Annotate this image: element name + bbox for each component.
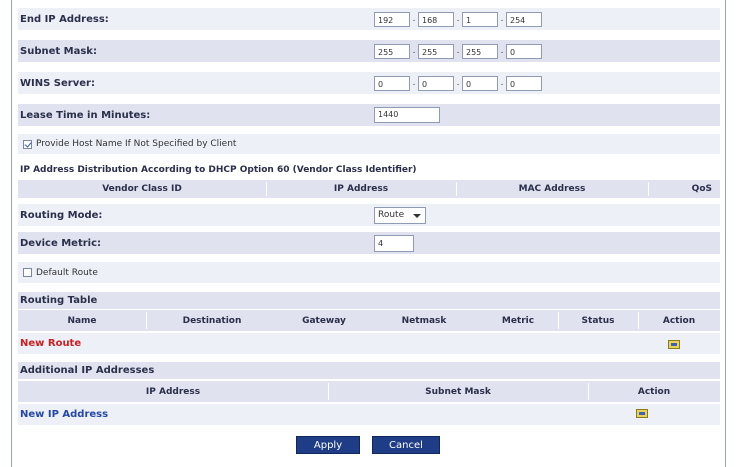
lease-time-input[interactable]: 1440: [374, 107, 440, 123]
provide-host-name-label: Provide Host Name If Not Specified by Cl…: [36, 139, 237, 149]
chevron-down-icon: [413, 213, 421, 218]
end-ip-field: 192 . 168 . 1 . 254: [374, 11, 544, 27]
routing-mode-row: Routing Mode: Route: [18, 204, 720, 227]
wins-server-row: WINS Server: 0 . 0 . 0 . 0: [18, 72, 720, 95]
dhcp-option60-header: Vendor Class ID IP Address MAC Address Q…: [18, 180, 720, 199]
routing-mode-label: Routing Mode:: [20, 209, 103, 221]
col-action: Action: [662, 315, 696, 326]
additional-ip-title-row: Additional IP Addresses: [18, 362, 720, 380]
routing-table-title-row: Routing Table: [18, 292, 720, 310]
dhcp-option60-title: IP Address Distribution According to DHC…: [20, 164, 417, 175]
apply-button[interactable]: Apply: [296, 436, 360, 454]
col-ip-address: IP Address: [333, 184, 389, 194]
col-vendor-class-id: Vendor Class ID: [102, 184, 182, 194]
col-qos: QoS: [691, 184, 712, 194]
wins-server-octet-2[interactable]: 0: [418, 75, 454, 91]
col-subnet-mask: Subnet Mask: [425, 386, 491, 397]
wins-server-label: WINS Server:: [20, 77, 95, 89]
cancel-button[interactable]: Cancel: [372, 436, 440, 454]
wins-server-octet-1[interactable]: 0: [374, 75, 410, 91]
default-route-label: Default Route: [36, 267, 98, 278]
subnet-mask-octet-2[interactable]: 255: [418, 43, 454, 59]
additional-ip-new-row: New IP Address: [18, 404, 720, 426]
edit-icon[interactable]: [668, 340, 680, 349]
new-route-link[interactable]: New Route: [18, 338, 81, 349]
additional-ip-title: Additional IP Addresses: [20, 365, 155, 376]
additional-ip-header: IP Address Subnet Mask Action: [18, 381, 720, 403]
routing-mode-value: Route: [378, 209, 405, 220]
col-gateway: Gateway: [302, 315, 346, 326]
device-metric-label: Device Metric:: [20, 237, 102, 249]
end-ip-octet-3[interactable]: 1: [462, 11, 498, 27]
col-netmask: Netmask: [401, 315, 447, 326]
col-destination: Destination: [182, 315, 242, 326]
end-ip-octet-2[interactable]: 168: [418, 11, 454, 27]
routing-table-header: Name Destination Gateway Netmask Metric …: [18, 310, 720, 332]
wins-server-octet-3[interactable]: 0: [462, 75, 498, 91]
subnet-mask-octet-3[interactable]: 255: [462, 43, 498, 59]
device-metric-input[interactable]: 4: [374, 234, 414, 252]
provide-host-name-checkbox[interactable]: [23, 139, 32, 149]
end-ip-octet-4[interactable]: 254: [506, 11, 542, 27]
subnet-mask-octet-4[interactable]: 0: [506, 43, 542, 59]
wins-server-octet-4[interactable]: 0: [506, 75, 542, 91]
col-ip-address: IP Address: [145, 386, 201, 397]
edit-icon[interactable]: [636, 409, 648, 418]
subnet-mask-field: 255 . 255 . 255 . 0: [374, 43, 544, 59]
routing-table-new-row: New Route: [18, 333, 720, 355]
end-ip-row: End IP Address: 192 . 168 . 1 . 254: [18, 8, 720, 31]
end-ip-label: End IP Address:: [20, 13, 109, 25]
default-route-row: Default Route: [18, 262, 720, 284]
default-route-checkbox[interactable]: [23, 268, 32, 277]
routing-mode-select[interactable]: Route: [374, 206, 426, 224]
subnet-mask-row: Subnet Mask: 255 . 255 . 255 . 0: [18, 40, 720, 63]
new-ip-address-link[interactable]: New IP Address: [18, 409, 108, 420]
subnet-mask-octet-1[interactable]: 255: [374, 43, 410, 59]
col-name: Name: [67, 315, 97, 326]
col-status: Status: [581, 315, 615, 326]
wins-server-field: 0 . 0 . 0 . 0: [374, 75, 544, 91]
lease-time-label: Lease Time in Minutes:: [20, 109, 151, 121]
device-metric-row: Device Metric: 4: [18, 232, 720, 255]
lease-time-row: Lease Time in Minutes: 1440: [18, 104, 720, 127]
col-metric: Metric: [501, 315, 535, 326]
dhcp-option60-title-row: IP Address Distribution According to DHC…: [18, 161, 720, 179]
col-action: Action: [637, 386, 671, 397]
col-mac-address: MAC Address: [518, 184, 586, 194]
provide-host-name-row: Provide Host Name If Not Specified by Cl…: [18, 134, 720, 155]
subnet-mask-label: Subnet Mask:: [20, 45, 97, 57]
end-ip-octet-1[interactable]: 192: [374, 11, 410, 27]
routing-table-title: Routing Table: [20, 295, 98, 306]
